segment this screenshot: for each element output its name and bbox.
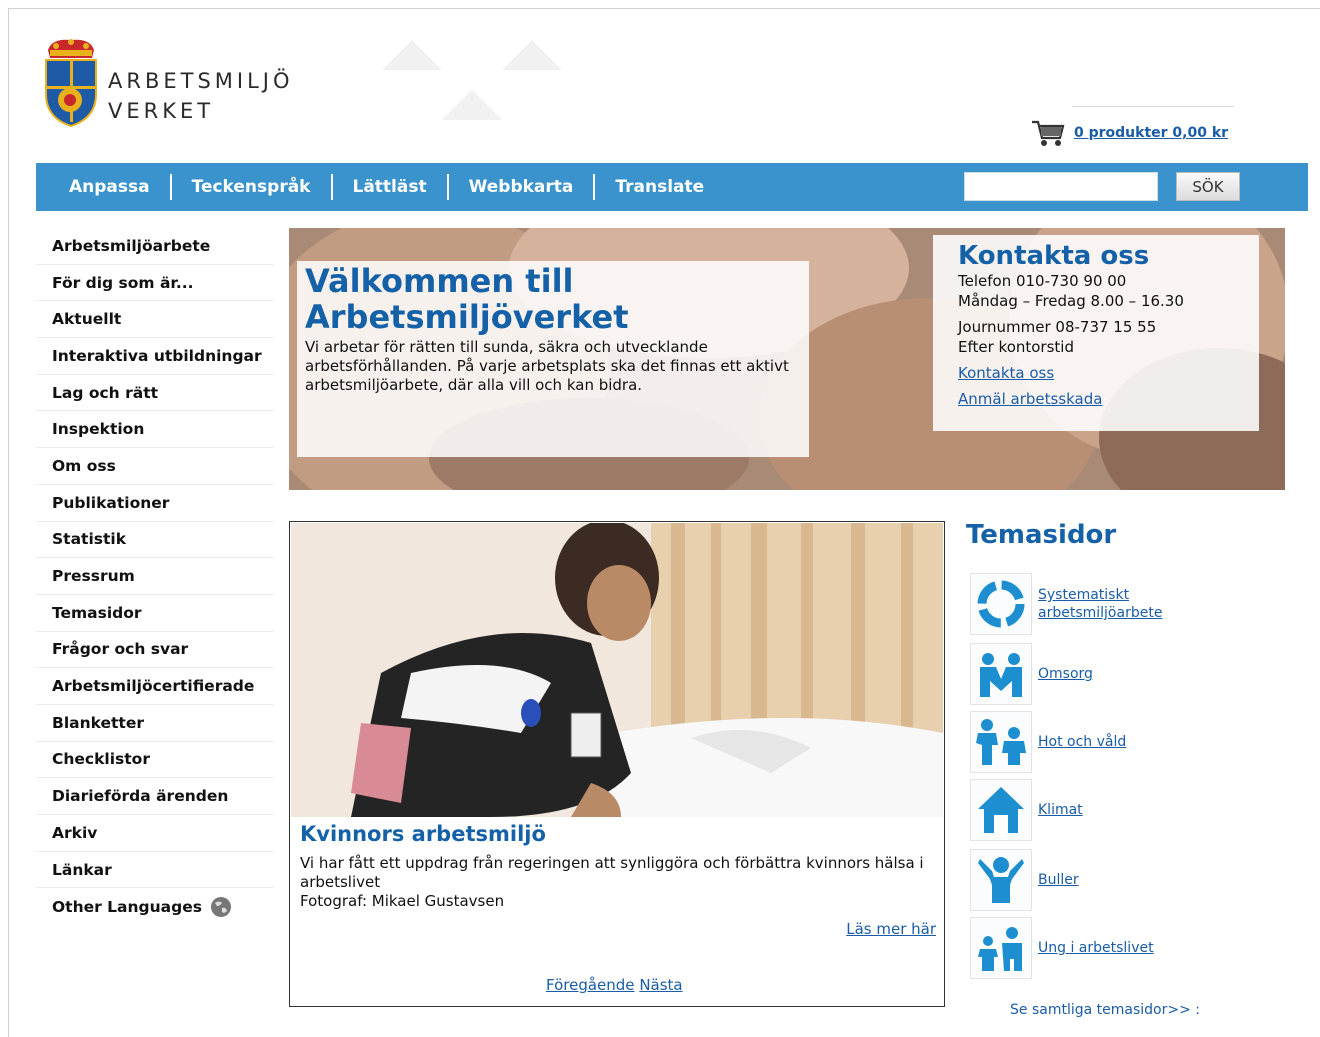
nav-separator	[593, 174, 596, 200]
care-icon[interactable]	[970, 643, 1032, 705]
article-photo[interactable]	[291, 523, 943, 817]
nav-translate[interactable]: Translate	[615, 177, 724, 197]
nav-separator	[330, 174, 333, 200]
contact-box: Kontakta oss Telefon 010-730 90 00 Månda…	[933, 235, 1259, 431]
article-photographer: Fotograf: Mikael Gustavsen	[300, 892, 505, 910]
sidebar-item-interaktiva-utbildningar[interactable]: Interaktiva utbildningar	[36, 338, 274, 375]
all-themes-link[interactable]: Se samtliga temasidor>> :	[1010, 1002, 1200, 1018]
sidebar-item-blanketter[interactable]: Blanketter	[36, 705, 274, 742]
next-link[interactable]: Nästa	[639, 976, 682, 994]
theme-link-ung-i-arbetslivet[interactable]: Ung i arbetslivet	[1038, 939, 1154, 957]
logo-wordmark[interactable]: ARBETSMILJÖ VERKET	[108, 66, 294, 126]
contact-us-link[interactable]: Kontakta oss	[958, 363, 1234, 383]
sidebar-item-checklistor[interactable]: Checklistor	[36, 742, 274, 779]
sidebar-item-inspektion[interactable]: Inspektion	[36, 411, 274, 449]
sidebar-item-diarieforda-arenden[interactable]: Diarieförda ärenden	[36, 778, 274, 815]
welcome-text: Vi arbetar för rätten till sunda, säkra …	[305, 338, 789, 394]
article-pager: Föregående Nästa	[546, 976, 683, 994]
sidebar-nav: Arbetsmiljöarbete För dig som är... Aktu…	[36, 228, 274, 925]
cycle-icon[interactable]	[970, 573, 1032, 635]
sidebar-item-for-dig-som-ar[interactable]: För dig som är...	[36, 265, 274, 302]
welcome-box: Välkommen till Arbetsmiljöverket Vi arbe…	[297, 261, 809, 457]
top-nav: Anpassa Teckenspråk Lättläst Webbkarta T…	[36, 163, 1308, 211]
theme-item-systematiskt: Systematiskt arbetsmiljöarbete	[970, 572, 1250, 636]
coat-of-arms-logo[interactable]	[40, 36, 102, 128]
sidebar-item-arbetsmiljocertifierade[interactable]: Arbetsmiljöcertifierade	[36, 668, 274, 705]
sidebar-item-lag-och-ratt[interactable]: Lag och rätt	[36, 375, 274, 412]
theme-link-buller[interactable]: Buller	[1038, 871, 1079, 889]
theme-item-klimat: Klimat	[970, 778, 1250, 842]
theme-item-ung-i-arbetslivet: Ung i arbetslivet	[970, 916, 1250, 980]
globe-icon	[210, 896, 231, 917]
theme-link-line-1: Systematiskt	[1038, 587, 1130, 603]
nav-separator	[169, 174, 172, 200]
contact-title: Kontakta oss	[958, 241, 1150, 271]
sidebar-item-publikationer[interactable]: Publikationer	[36, 485, 274, 522]
article-body: Vi har fått ett uppdrag från regeringen …	[300, 854, 930, 911]
sidebar-item-arkiv[interactable]: Arkiv	[36, 815, 274, 852]
logo-line-2: VERKET	[108, 99, 215, 123]
theme-item-hot-och-vald: Hot och våld	[970, 710, 1250, 774]
cart-link[interactable]: 0 produkter 0,00 kr	[1074, 125, 1228, 141]
article-title[interactable]: Kvinnors arbetsmiljö	[300, 822, 546, 846]
house-icon[interactable]	[970, 779, 1032, 841]
crowns-watermark	[382, 40, 562, 120]
nav-anpassa[interactable]: Anpassa	[69, 177, 170, 197]
report-injury-link[interactable]: Anmäl arbetsskada	[958, 389, 1234, 409]
theme-link-systematiskt[interactable]: Systematiskt arbetsmiljöarbete	[1038, 586, 1162, 622]
themes-title: Temasidor	[966, 520, 1117, 550]
read-more-link[interactable]: Läs mer här	[846, 920, 936, 938]
welcome-title-line-2: Arbetsmiljöverket	[305, 298, 629, 336]
sidebar-item-pressrum[interactable]: Pressrum	[36, 558, 274, 595]
youth-icon[interactable]	[970, 917, 1032, 979]
nav-lattlast[interactable]: Lättläst	[353, 177, 447, 197]
previous-link[interactable]: Föregående	[546, 976, 635, 994]
cart-divider	[1072, 106, 1234, 107]
noise-icon[interactable]	[970, 849, 1032, 911]
sidebar-item-lankar[interactable]: Länkar	[36, 852, 274, 889]
welcome-title: Välkommen till Arbetsmiljöverket	[305, 263, 801, 335]
logo-line-1: ARBETSMILJÖ	[108, 69, 294, 93]
welcome-title-line-1: Välkommen till	[305, 262, 574, 300]
nav-webbkarta[interactable]: Webbkarta	[469, 177, 594, 197]
hero-banner: Välkommen till Arbetsmiljöverket Vi arbe…	[289, 228, 1285, 490]
sidebar-item-temasidor[interactable]: Temasidor	[36, 595, 274, 632]
themes-panel: Temasidor	[966, 520, 1266, 550]
search-button[interactable]: SÖK	[1176, 172, 1240, 201]
sidebar-item-om-oss[interactable]: Om oss	[36, 448, 274, 485]
theme-link-hot-och-vald[interactable]: Hot och våld	[1038, 733, 1126, 751]
nav-teckensprak[interactable]: Teckenspråk	[192, 177, 331, 197]
contact-hours: Måndag – Fredag 8.00 – 16.30	[958, 292, 1184, 310]
cart: 0 produkter 0,00 kr	[1030, 118, 1228, 148]
contact-journal: Journummer 08-737 15 55	[958, 318, 1157, 336]
featured-article: Kvinnors arbetsmiljö Vi har fått ett upp…	[289, 521, 945, 1007]
article-photo-graphic	[291, 523, 943, 817]
theme-link-omsorg[interactable]: Omsorg	[1038, 665, 1093, 683]
sidebar-item-label: Other Languages	[52, 897, 202, 916]
threat-icon[interactable]	[970, 711, 1032, 773]
nav-separator	[446, 174, 449, 200]
contact-after-hours: Efter kontorstid	[958, 338, 1074, 356]
theme-link-klimat[interactable]: Klimat	[1038, 801, 1083, 819]
sidebar-item-arbetsmiljoarbete[interactable]: Arbetsmiljöarbete	[36, 228, 274, 265]
sidebar-item-aktuellt[interactable]: Aktuellt	[36, 301, 274, 339]
shopping-cart-icon[interactable]	[1030, 118, 1066, 148]
sidebar-item-other-languages[interactable]: Other Languages	[36, 888, 274, 925]
contact-phone: Telefon 010-730 90 00	[958, 272, 1127, 290]
search-input[interactable]	[964, 172, 1158, 201]
theme-item-buller: Buller	[970, 848, 1250, 912]
theme-link-line-2: arbetsmiljöarbete	[1038, 605, 1163, 621]
sidebar-item-fragor-och-svar[interactable]: Frågor och svar	[36, 632, 274, 669]
article-text: Vi har fått ett uppdrag från regeringen …	[300, 854, 924, 891]
theme-item-omsorg: Omsorg	[970, 642, 1250, 706]
sidebar-item-statistik[interactable]: Statistik	[36, 522, 274, 559]
